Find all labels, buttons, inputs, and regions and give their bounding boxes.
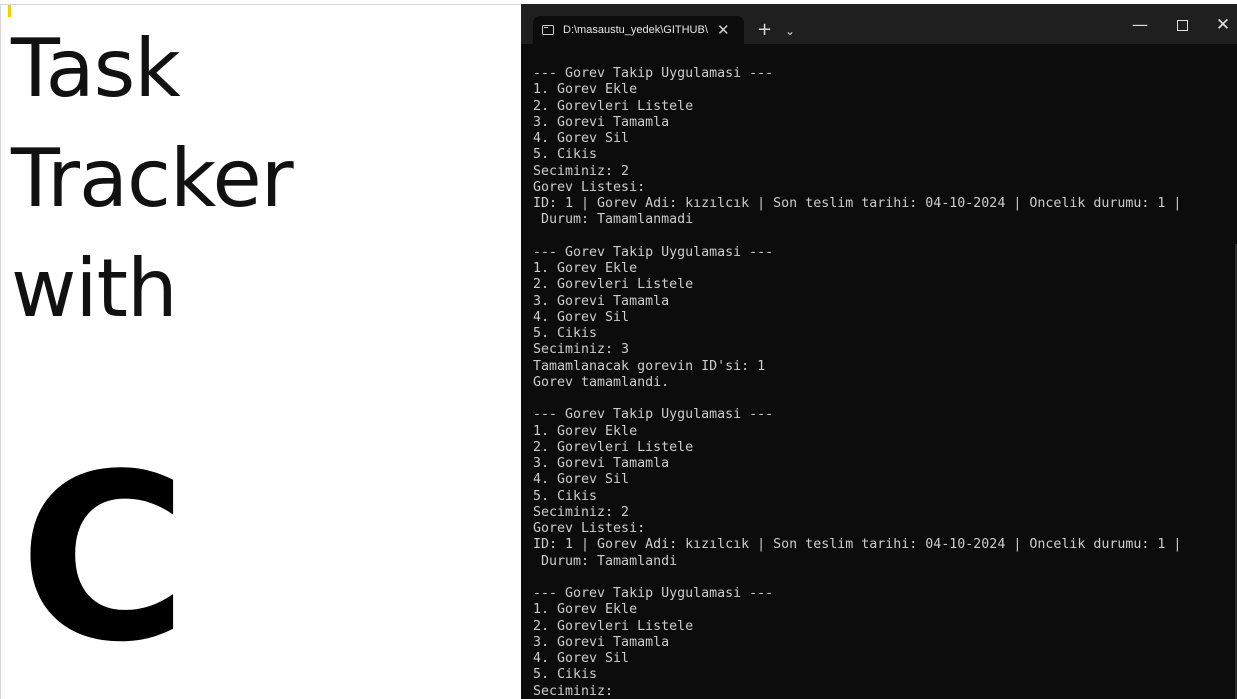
console-line: 5. Cikis [533,667,598,683]
console-line: 2. Gorevleri Listele [533,98,694,114]
terminal-tab[interactable]: D:\masaustu_yedek\GITHUB\ ✕ [533,16,744,44]
console-line: --- Gorev Takip Uygulamasi --- [533,407,774,423]
minimize-button[interactable]: — [1125,14,1155,36]
console-line: 5. Cikis [533,326,598,341]
console-line: 4. Gorev Sil [533,651,630,666]
console-line: ID: 1 | Gorev Adi: kızılcık | Son teslim… [533,196,1182,211]
console-line: Seciminiz: 3 [533,342,630,358]
console-line: Gorev tamamlandi. [533,374,670,390]
console-line: Seciminiz: [533,683,614,699]
console-line: 1. Gorev Ekle [533,423,638,439]
console-line: 1. Gorev Ekle [533,82,638,98]
maximize-button[interactable] [1167,14,1197,36]
console-line: ID: 1 | Gorev Adi: kızılcık | Son teslim… [533,537,1182,553]
console-line: Seciminiz: 2 [533,163,630,179]
close-tab-icon[interactable]: ✕ [717,21,730,39]
close-window-button[interactable]: ✕ [1208,14,1237,36]
console-line: 2. Gorevleri Listele [533,439,694,455]
console-line: 4. Gorev Sil [533,309,630,325]
chevron-down-icon[interactable]: ⌄ [785,21,795,41]
console-line: 4. Gorev Sil [533,131,630,146]
console-line: 1. Gorev Ekle [533,261,638,276]
console-line: 5. Cikis [533,488,598,504]
console-line: 3. Gorevi Tamamla [533,456,670,471]
console-line: --- Gorev Takip Uygulamasi --- [533,66,774,81]
console-line: 3. Gorevi Tamamla [533,634,670,650]
console-line: 3. Gorevi Tamamla [533,114,670,130]
console-line: 4. Gorev Sil [533,472,630,488]
console-line: 2. Gorevleri Listele [533,277,694,293]
tab-title: D:\masaustu_yedek\GITHUB\ [563,24,708,36]
console-line: --- Gorev Takip Uygulamasi --- [533,586,774,601]
console-output[interactable]: --- Gorev Takip Uygulamasi --- 1. Gorev E… [533,66,1233,699]
new-tab-button[interactable]: + [757,20,772,40]
terminal-icon [542,25,554,35]
title-line-1: Task [11,22,181,115]
title-line-2: Tracker [11,132,294,225]
console-line: Gorev Listesi: [533,179,646,195]
console-line: Durum: Tamamlanmadi [533,212,694,228]
big-c-letter: C [19,426,188,693]
terminal-window[interactable]: D:\masaustu_yedek\GITHUB\ ✕ + ⌄ — ✕ --- … [521,4,1237,699]
slide-panel: Task Tracker with C [0,4,521,699]
maximize-icon [1176,20,1188,31]
terminal-titlebar[interactable]: D:\masaustu_yedek\GITHUB\ ✕ + ⌄ — ✕ [521,4,1237,44]
console-line: 3. Gorevi Tamamla [533,293,670,309]
console-line: 5. Cikis [533,147,598,163]
console-line: 1. Gorev Ekle [533,602,638,618]
console-line: Durum: Tamamlandi [533,553,678,569]
console-line: Tamamlanacak gorevin ID'si: 1 [533,358,766,374]
console-line: Gorev Listesi: [533,521,646,536]
text-cursor-marker [8,5,11,17]
title-line-3: with [11,242,178,335]
console-line: --- Gorev Takip Uygulamasi --- [533,244,774,260]
console-line: 2. Gorevleri Listele [533,618,694,634]
console-line: Seciminiz: 2 [533,504,630,520]
